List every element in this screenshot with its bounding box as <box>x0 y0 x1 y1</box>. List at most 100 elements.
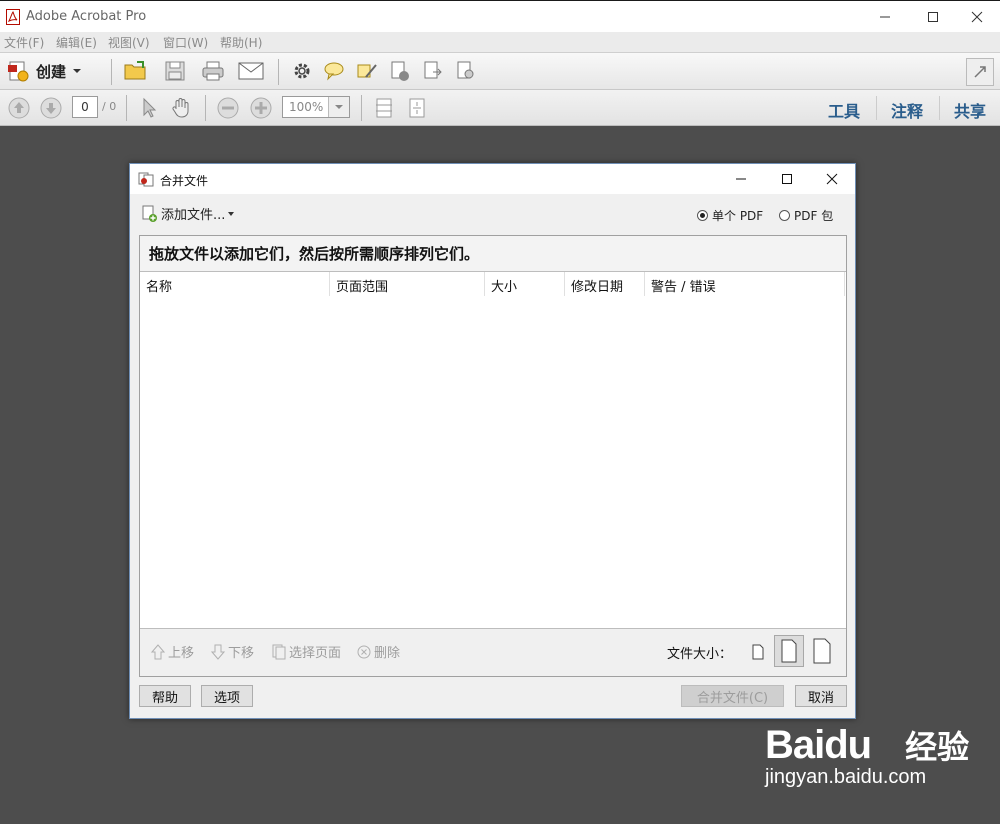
previous-page-button[interactable] <box>7 96 31 120</box>
save-button[interactable] <box>162 58 188 84</box>
create-button[interactable]: 创建 <box>6 58 82 84</box>
options-button[interactable]: 选项 <box>201 685 253 707</box>
single-pdf-option[interactable]: 单个 PDF <box>697 207 763 224</box>
menu-file[interactable]: 文件(F) <box>4 34 44 51</box>
delete-button[interactable]: 删除 <box>357 642 400 661</box>
window-title: Adobe Acrobat Pro <box>26 9 147 24</box>
pdf-package-label: PDF 包 <box>794 209 834 223</box>
minimize-icon <box>880 16 890 17</box>
open-button[interactable] <box>122 58 150 84</box>
zoom-select[interactable]: 100% <box>282 96 350 118</box>
toolbar-divider <box>876 96 877 120</box>
file-size-large-button[interactable] <box>809 635 835 667</box>
file-list[interactable]: 拖放文件以添加它们，然后按所需顺序排列它们。 名称 页面范围 大小 修改日期 警… <box>139 235 847 677</box>
close-button[interactable] <box>954 1 1000 32</box>
dialog-maximize-button[interactable] <box>764 164 810 194</box>
delete-label: 删除 <box>374 646 401 661</box>
pages-icon <box>272 644 286 659</box>
arrow-up-icon <box>151 643 165 659</box>
delete-circle-icon <box>357 645 371 658</box>
arrow-down-circle-icon <box>40 97 62 119</box>
expand-icon <box>974 66 986 78</box>
close-icon <box>971 11 983 22</box>
pdf-package-option[interactable]: PDF 包 <box>779 207 833 224</box>
move-up-label: 上移 <box>168 646 195 661</box>
toolbar-divider <box>126 95 127 121</box>
zoom-out-button[interactable] <box>216 96 240 120</box>
file-size-small-button[interactable] <box>747 641 769 663</box>
settings-button[interactable] <box>290 58 314 84</box>
column-divider <box>844 272 845 296</box>
speech-bubble-icon <box>324 62 344 81</box>
combine-files-button[interactable]: 合并文件(C) <box>681 685 784 707</box>
single-pdf-radio[interactable] <box>697 210 708 221</box>
select-tool-button[interactable] <box>137 96 161 120</box>
minimize-button[interactable] <box>862 1 908 32</box>
cancel-button[interactable]: 取消 <box>795 685 847 707</box>
move-down-label: 下移 <box>228 646 255 661</box>
highlight-button[interactable] <box>355 58 379 84</box>
acrobat-app-icon <box>6 9 20 25</box>
scroll-mode-button[interactable] <box>372 96 396 120</box>
page-number-input[interactable]: 0 <box>72 96 98 118</box>
export-button[interactable] <box>421 58 445 84</box>
text-edit-icon <box>357 64 377 78</box>
chevron-down-icon <box>73 69 82 73</box>
print-button[interactable] <box>199 58 227 84</box>
move-down-button[interactable]: 下移 <box>211 642 254 661</box>
column-header-size[interactable]: 大小 <box>491 276 517 298</box>
email-button[interactable] <box>236 58 266 84</box>
mail-icon <box>238 62 264 80</box>
menu-window[interactable]: 窗口(W) <box>163 34 208 51</box>
toolbar-divider <box>111 59 112 85</box>
default-file-icon <box>781 639 797 663</box>
add-files-button[interactable]: 添加文件... <box>141 204 235 223</box>
file-size-default-button[interactable] <box>774 635 804 667</box>
select-pages-label: 选择页面 <box>289 646 342 661</box>
pdf-package-radio[interactable] <box>779 210 790 221</box>
select-pages-button[interactable]: 选择页面 <box>272 642 341 661</box>
maximize-button[interactable] <box>910 1 956 32</box>
add-file-icon <box>142 205 157 222</box>
share-link[interactable]: 共享 <box>954 98 986 122</box>
menu-edit[interactable]: 编辑(E) <box>56 34 97 51</box>
chevron-down-icon <box>335 105 343 109</box>
fit-page-icon <box>409 98 425 118</box>
hand-icon <box>172 98 189 118</box>
combine-files-dialog: 合并文件 添加文件... 单个 PDF PDF 包 拖放文件以添加它们，然后按所… <box>129 163 856 719</box>
zoom-in-button[interactable] <box>249 96 273 120</box>
column-header-warnings[interactable]: 警告 / 错误 <box>651 276 716 298</box>
review-button[interactable] <box>454 58 478 84</box>
menu-help[interactable]: 帮助(H) <box>220 34 262 51</box>
menu-bar: 文件(F) 编辑(E) 视图(V) 窗口(W) 帮助(H) <box>0 32 1000 52</box>
column-header-name[interactable]: 名称 <box>146 276 172 298</box>
fit-page-button[interactable] <box>405 96 429 120</box>
comment-button[interactable] <box>322 58 346 84</box>
dialog-title-bar: 合并文件 <box>130 164 855 194</box>
column-divider <box>564 272 565 296</box>
column-header-modified-date[interactable]: 修改日期 <box>571 276 623 298</box>
expand-button[interactable] <box>966 58 994 86</box>
dialog-close-button[interactable] <box>809 164 855 194</box>
hand-tool-button[interactable] <box>169 96 193 120</box>
move-up-button[interactable]: 上移 <box>151 642 194 661</box>
plus-circle-icon <box>250 97 272 119</box>
column-divider <box>329 272 330 296</box>
column-header-page-range[interactable]: 页面范围 <box>336 276 388 298</box>
dialog-minimize-button[interactable] <box>718 164 764 194</box>
maximize-icon <box>782 174 792 184</box>
toolbar-divider <box>278 59 279 85</box>
tools-link[interactable]: 工具 <box>828 98 860 122</box>
protect-button[interactable] <box>388 58 412 84</box>
gear-icon <box>294 63 310 79</box>
watermark-url: jingyan.baidu.com <box>765 766 927 788</box>
next-page-button[interactable] <box>39 96 63 120</box>
comment-link[interactable]: 注释 <box>891 98 923 122</box>
zoom-dropdown-toggle[interactable] <box>328 97 349 117</box>
minus-circle-icon <box>217 97 239 119</box>
help-button[interactable]: 帮助 <box>139 685 191 707</box>
menu-view[interactable]: 视图(V) <box>108 34 150 51</box>
list-action-bar: 上移 下移 选择页面 删除 文件大小： <box>140 628 846 676</box>
column-divider <box>644 272 645 296</box>
arrow-down-icon <box>211 644 225 660</box>
